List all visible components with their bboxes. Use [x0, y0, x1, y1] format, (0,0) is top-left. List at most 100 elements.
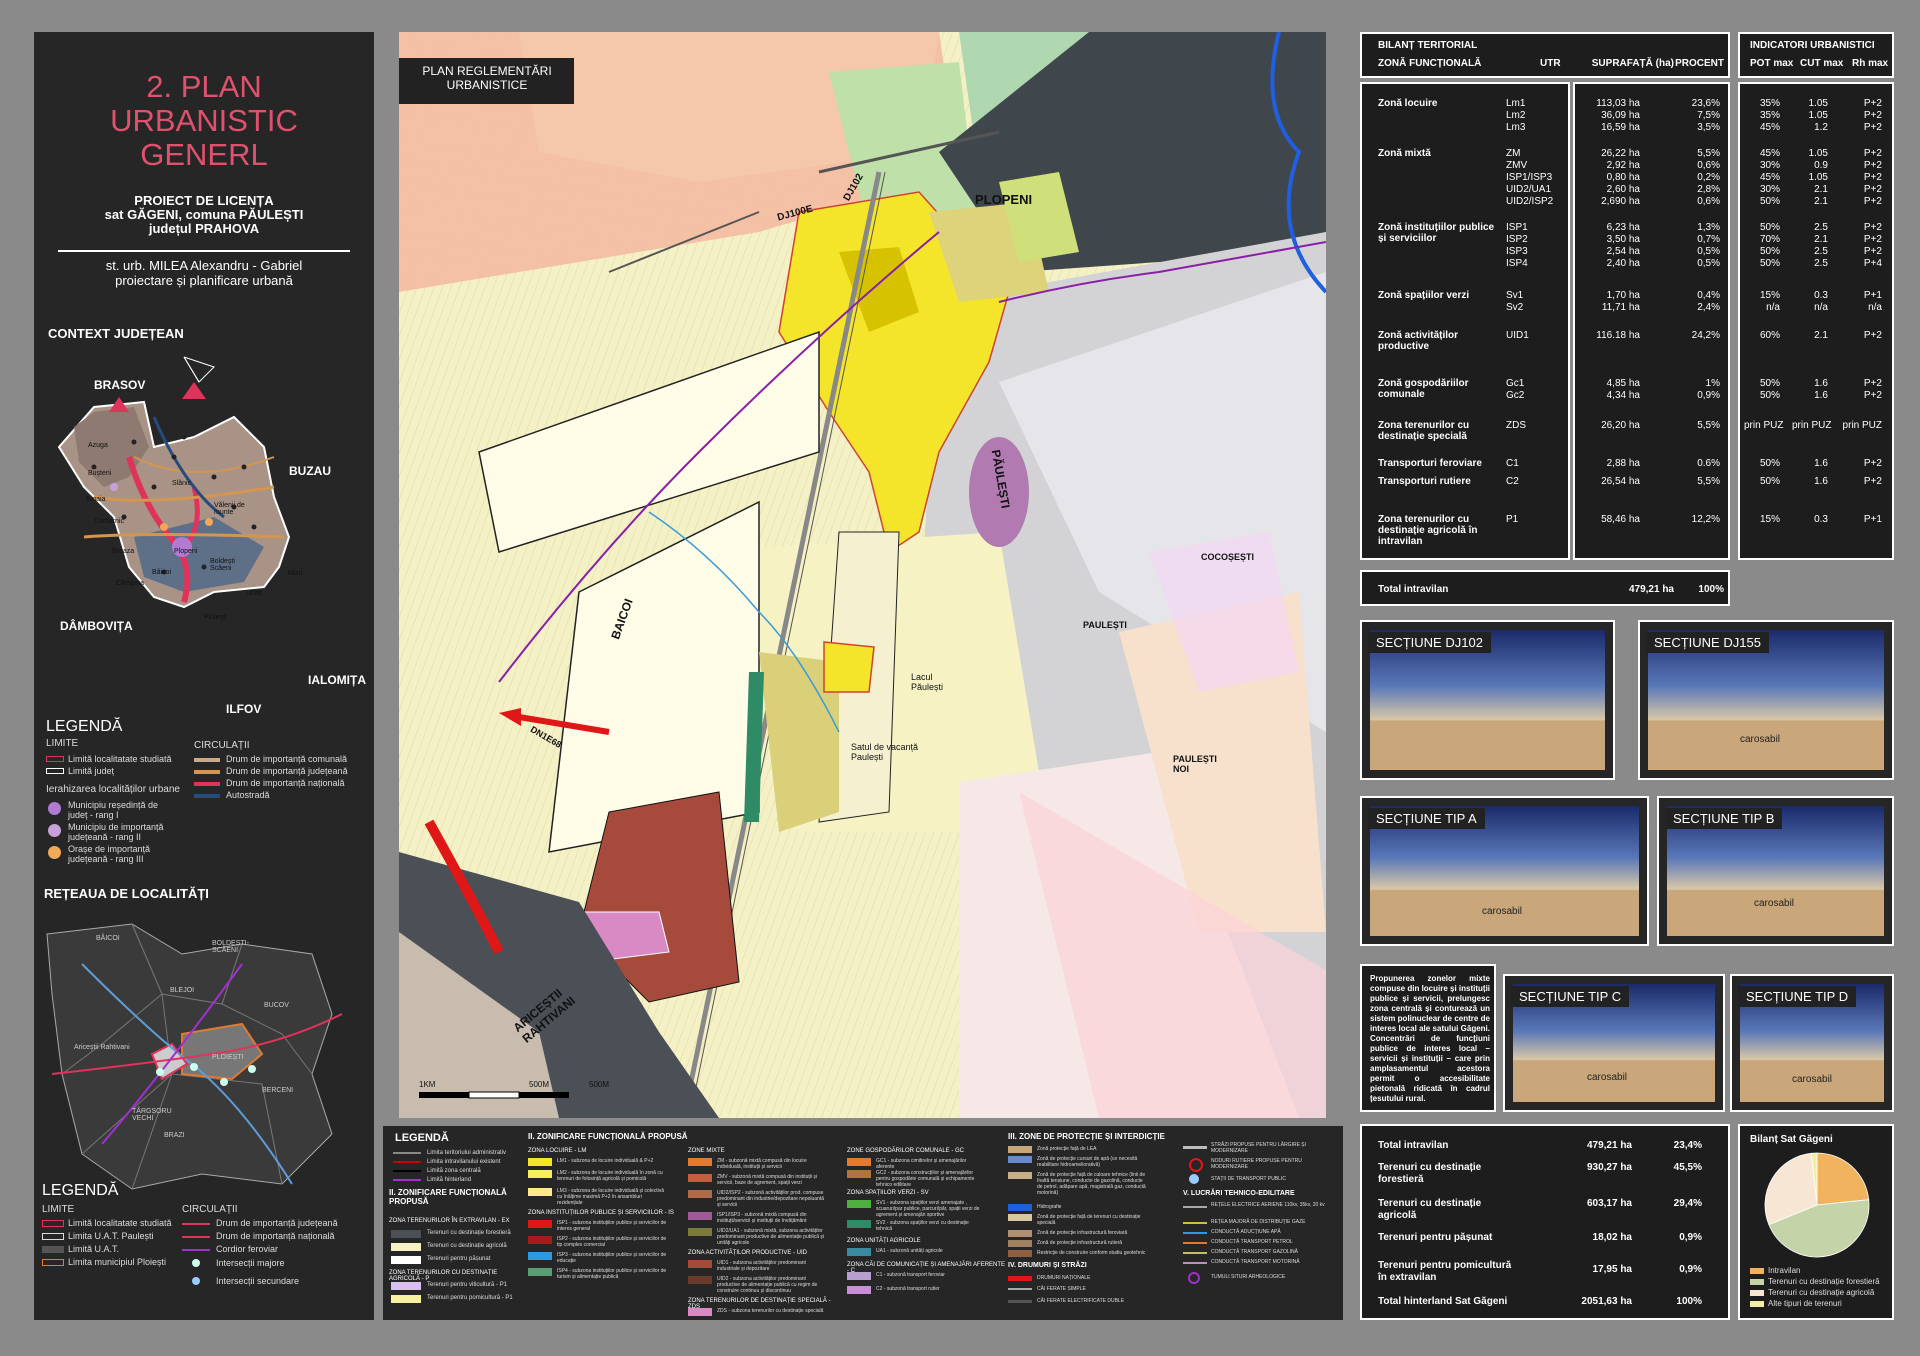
- ind-2-0-1: 2.5: [1814, 222, 1828, 233]
- bl-edil-1: REȚELE ELECTRICE AERIENE 110kv, 35kv, 20…: [1211, 1202, 1325, 1208]
- bl-edil-5: CONDUCTĂ TRANSPORT GAZOLINĂ: [1211, 1249, 1298, 1255]
- ind-0-0-2: P+2: [1863, 98, 1882, 109]
- hinterland-table: Total intravilan 479,21 ha 23,4% Terenur…: [1360, 1124, 1730, 1320]
- section-dj102-label: SECȚIUNE DJ102: [1368, 632, 1491, 653]
- bilant-sup-2-2: 2,54 ha: [1606, 246, 1640, 257]
- ind-8-0-2: P+2: [1863, 476, 1882, 487]
- bl-agri-1: Terenuri pentru viticultură - P1: [427, 1282, 508, 1288]
- bilant-utr-5-1: Gc2: [1506, 390, 1525, 401]
- ind-0-2-0: 45%: [1759, 122, 1780, 133]
- town-comarnic: Comarnic: [94, 518, 124, 525]
- bilant-sup-1-2: 0,80 ha: [1606, 172, 1640, 183]
- hint-pct-4: 0,9%: [1679, 1232, 1702, 1243]
- bl-ua-1: UA1 - subzonă unități agricole: [876, 1248, 943, 1254]
- ind-3-1-0: n/a: [1766, 302, 1780, 313]
- bl-extra-3: Terenuri pentru pășunat: [427, 1256, 491, 1262]
- bilant-pct-2-2: 0,5%: [1697, 246, 1720, 257]
- main-map: PLAN REGLEMENTĂRI URBANISTICE PLOPENI PĂ…: [399, 32, 1326, 1118]
- town-azuga: Azuga: [88, 442, 108, 449]
- town-baicoi: Băicoi: [152, 569, 172, 576]
- label-lacul: Lacul Păulești: [911, 672, 944, 692]
- ind-0-2-1: 1.2: [1814, 122, 1828, 133]
- bilant-total: Total intravilan 479,21 ha 100%: [1360, 570, 1730, 606]
- ind-4-0-0: 60%: [1759, 330, 1780, 341]
- hint-total-label: Total hinterland Sat Găgeni: [1378, 1296, 1508, 1307]
- bilant-sup-3-0: 1,70 ha: [1606, 290, 1640, 301]
- bl-ds-1: ZDS - subzona terenurilor cu destinație …: [717, 1308, 824, 1314]
- bilant-sup-8-0: 26,54 ha: [1601, 476, 1640, 487]
- section-tip-a-carosabil: carosabil: [1482, 906, 1523, 917]
- label-satul: Satul de vacanță Paulești: [851, 742, 919, 762]
- bilant-total-sup: 479,21 ha: [1628, 584, 1674, 595]
- bilant-pct-5-0: 1%: [1705, 378, 1720, 389]
- bilant-utr-0-0: Lm1: [1506, 98, 1526, 109]
- bilant-utr-1-0: ZM: [1506, 148, 1521, 159]
- section-tip-d-carosabil: carosabil: [1792, 1074, 1833, 1085]
- place-brazi: BRAZI: [164, 1132, 185, 1139]
- bilant-h-utr: UTR: [1540, 58, 1561, 69]
- ind-8-0-1: 1.6: [1814, 476, 1828, 487]
- author-line-1: st. urb. MILEA Alexandru - Gabriel: [105, 258, 303, 273]
- bilant-utr-3-1: Sv2: [1506, 302, 1524, 313]
- bilant-pct-2-1: 0,7%: [1697, 234, 1720, 245]
- legend1-limit-2: Limită județ: [68, 766, 115, 776]
- hint-pct-5: 0,9%: [1679, 1264, 1702, 1275]
- place-boldesti: BOLDEȘTI-SCĂENI: [212, 940, 249, 954]
- town-busteni: Bușteni: [88, 470, 112, 477]
- ind-0-1-2: P+2: [1863, 110, 1882, 121]
- hint-label-3: Terenuri cu destinație agricolă: [1378, 1198, 1482, 1221]
- legend2-limits-title: LIMITE: [42, 1204, 75, 1215]
- hint-total-sup: 2051,63 ha: [1581, 1296, 1632, 1307]
- bl-drum-2: CĂI FERATE SIMPLE: [1037, 1286, 1086, 1292]
- bl-edil-4: CONDUCTĂ TRANSPORT PETROL: [1211, 1239, 1293, 1245]
- bilant-total-label: Total intravilan: [1378, 584, 1449, 595]
- proposal-box: Propunerea zonelor mixte compuse din loc…: [1360, 964, 1496, 1112]
- bl-extra-1: Terenuri cu destinație forestieră: [427, 1230, 511, 1236]
- ind-title: INDICATORI URBANISTICI: [1750, 40, 1875, 51]
- town-breaza: Breaza: [112, 548, 135, 555]
- bl-prot-2: Zonă de protecție cursuri de apă (ce nec…: [1037, 1156, 1138, 1168]
- pie-slice-0: [1816, 1152, 1870, 1206]
- pie-title: Bilanț Sat Găgeni: [1750, 1134, 1833, 1145]
- bilant-zone-5: Zonă gospodăriilor comunale: [1378, 378, 1469, 400]
- legend2-circ-3: Cordior feroviar: [216, 1244, 279, 1254]
- bl-prot-3: Zonă de protecție față de culoare tehnic…: [1037, 1172, 1146, 1196]
- place-blejoi: BLEJOI: [170, 987, 195, 994]
- bilant-sup-1-3: 2,60 ha: [1606, 184, 1640, 195]
- ind-2-3-1: 2.5: [1814, 258, 1828, 269]
- bilant-pct-3-1: 2,4%: [1697, 302, 1720, 313]
- ind-2-2-0: 50%: [1759, 246, 1780, 257]
- bilant-utr-2-0: ISP1: [1506, 222, 1528, 233]
- bl-prot-1: Zonă protecție față de LEA: [1037, 1146, 1097, 1152]
- bilant-sup-9-0: 58,46 ha: [1601, 514, 1640, 525]
- ind-2-1-0: 70%: [1759, 234, 1780, 245]
- bilant-pct-5-1: 0,9%: [1697, 390, 1720, 401]
- ind-4-0-2: P+2: [1863, 330, 1882, 341]
- place-berceni: BERCENI: [262, 1087, 294, 1094]
- subtitle-line-1: PROIECT DE LICENȚA: [134, 193, 274, 208]
- ind-1-3-1: 2.1: [1814, 184, 1828, 195]
- bilant-pct-2-0: 1,3%: [1697, 222, 1720, 233]
- ind-3-0-2: P+1: [1863, 290, 1882, 301]
- bilant-sup-6-0: 26,20 ha: [1601, 420, 1640, 431]
- bl-limit-3: Limită zona centrală: [427, 1168, 481, 1174]
- bl-sv-2: SV2 - subzona spațiilor verzi cu destina…: [876, 1220, 969, 1232]
- bilant-h-pct: PROCENT: [1675, 58, 1724, 69]
- title-line-1: 2. PLAN: [146, 69, 262, 104]
- bilant-h-sup: SUPRAFAȚĂ (ha): [1591, 58, 1674, 69]
- ind-9-0-0: 15%: [1759, 514, 1780, 525]
- bl-gc-1: GC1 - subzona cimitirelor și amenajărilo…: [876, 1158, 967, 1170]
- bilant-header: BILANȚ TERITORIAL ZONĂ FUNCȚIONALĂ UTR S…: [1360, 32, 1730, 78]
- legend2-circ-title: CIRCULAȚII: [182, 1204, 238, 1215]
- bilant-sup-2-0: 6,23 ha: [1606, 222, 1640, 233]
- legend2-limit-4: Limita municipiul Ploiești: [68, 1257, 167, 1267]
- bl-gc-title: ZONE GOSPODĂRILOR COMUNALE - GC: [847, 1148, 965, 1154]
- bilant-pct-7-0: 0.6%: [1697, 458, 1720, 469]
- bl-sv-1: SV1 - subzona spațiilor verzi amenajate …: [876, 1200, 980, 1218]
- place-bucov: BUCOV: [264, 1002, 289, 1009]
- ind-7-0-1: 1.6: [1814, 458, 1828, 469]
- bilant-utr-8-0: C2: [1506, 476, 1519, 487]
- legend2-limit-1: Limită localitatate studiată: [68, 1218, 172, 1228]
- ind-2-2-1: 2.5: [1814, 246, 1828, 257]
- bl-mixte-4: ISP1/ISP3 - subzonă mixtă compusă din in…: [717, 1212, 807, 1224]
